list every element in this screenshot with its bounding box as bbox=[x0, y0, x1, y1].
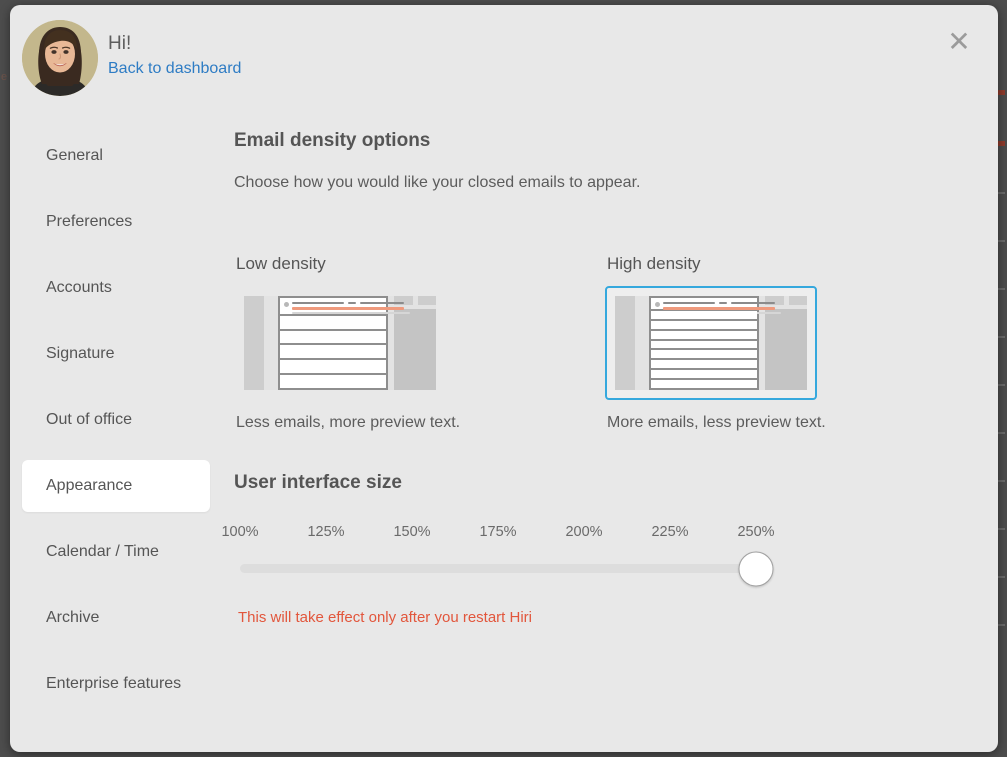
modal-header: Hi! Back to dashboard ✕ bbox=[10, 5, 998, 115]
preview-text-line bbox=[663, 307, 775, 310]
preview-right-tab bbox=[394, 296, 413, 305]
density-preview bbox=[244, 296, 436, 390]
slider-tick-100[interactable]: 100% bbox=[221, 524, 258, 540]
preview-email-row bbox=[280, 375, 386, 388]
preview-email-row bbox=[651, 370, 757, 379]
density-option-caption: Less emails, more preview text. bbox=[236, 414, 461, 431]
preview-email-row bbox=[651, 360, 757, 369]
preview-right-tab bbox=[788, 296, 807, 305]
preview-right-body bbox=[394, 309, 436, 390]
preview-text-line bbox=[292, 307, 404, 310]
ui-size-slider-track[interactable] bbox=[240, 551, 774, 586]
density-options-row: Low density Less emails, more preview tex… bbox=[234, 254, 978, 432]
ui-size-title: User interface size bbox=[234, 472, 402, 493]
preview-right-body bbox=[765, 309, 807, 390]
preview-email-list bbox=[278, 296, 410, 390]
preview-right-tab bbox=[765, 296, 784, 305]
ui-size-section: User interface size 100% 125% 150% 175% 200%… bbox=[221, 472, 978, 626]
sidebar-item-label: Enterprise features bbox=[46, 675, 182, 692]
sidebar-item-archive[interactable]: Archive bbox=[22, 592, 210, 644]
preview-email-row bbox=[280, 345, 386, 359]
preview-gap bbox=[264, 296, 278, 390]
density-option-low: Low density Less emails, more preview tex… bbox=[234, 254, 466, 432]
preview-right-tabs bbox=[394, 296, 436, 305]
sidebar-item-out-of-office[interactable]: Out of office bbox=[22, 394, 210, 446]
sidebar-item-signature[interactable]: Signature bbox=[22, 328, 210, 380]
sidebar-item-preferences[interactable]: Preferences bbox=[22, 196, 210, 248]
slider-tick-labels: 100% 125% 150% 175% 200% 225% 250% bbox=[221, 524, 792, 544]
density-option-high: High density More emails, less preview te… bbox=[605, 254, 837, 432]
slider-tick-150[interactable]: 150% bbox=[393, 524, 430, 540]
sidebar-item-appearance[interactable]: Appearance bbox=[22, 460, 210, 512]
greeting-text: Hi! bbox=[108, 33, 132, 54]
preview-gap bbox=[635, 296, 649, 390]
preview-left-rail bbox=[244, 296, 264, 390]
preview-text-line bbox=[292, 302, 344, 304]
preview-email-row bbox=[280, 315, 386, 329]
density-option-caption: More emails, less preview text. bbox=[607, 414, 826, 431]
preview-left-rail bbox=[615, 296, 635, 390]
preview-email-row bbox=[651, 298, 781, 314]
sidebar-item-accounts[interactable]: Accounts bbox=[22, 262, 210, 314]
density-subtitle: Choose how you would like your closed em… bbox=[234, 174, 641, 191]
slider-tick-225[interactable]: 225% bbox=[651, 524, 688, 540]
preview-email-row bbox=[651, 320, 757, 329]
density-option-card[interactable] bbox=[234, 286, 446, 400]
sidebar-item-label: Accounts bbox=[46, 279, 112, 296]
preview-email-row bbox=[651, 310, 757, 319]
preview-right-pane bbox=[765, 296, 807, 390]
preview-text-line bbox=[663, 302, 715, 304]
preview-text-line bbox=[292, 312, 410, 314]
sidebar-item-label: General bbox=[46, 147, 103, 164]
slider-tick-250[interactable]: 250% bbox=[737, 524, 774, 540]
avatar bbox=[22, 20, 98, 96]
sidebar-item-label: Appearance bbox=[46, 477, 133, 494]
sidebar-item-label: Out of office bbox=[46, 411, 132, 428]
sidebar-item-general[interactable]: General bbox=[22, 130, 210, 182]
preview-text-line bbox=[719, 302, 727, 304]
preview-text-line bbox=[731, 302, 775, 304]
settings-content: Email density options Choose how you wou… bbox=[221, 130, 978, 626]
greeting-block: Hi! Back to dashboard bbox=[108, 33, 241, 79]
density-option-card[interactable] bbox=[605, 286, 817, 400]
preview-email-row bbox=[651, 330, 757, 339]
preview-email-row bbox=[651, 340, 757, 349]
preview-email-row bbox=[280, 330, 386, 344]
sidebar-item-enterprise-features[interactable]: Enterprise features bbox=[22, 658, 210, 710]
preview-email-row bbox=[280, 298, 410, 314]
preview-right-tab bbox=[417, 296, 436, 305]
slider-tick-125[interactable]: 125% bbox=[307, 524, 344, 540]
density-spacer bbox=[466, 254, 605, 432]
sidebar-item-label: Preferences bbox=[46, 213, 133, 230]
preview-text-line bbox=[360, 302, 404, 304]
settings-modal: Hi! Back to dashboard ✕ General Preferenc… bbox=[10, 5, 998, 752]
slider-tick-200[interactable]: 200% bbox=[565, 524, 602, 540]
preview-email-row bbox=[651, 380, 757, 389]
sidebar-item-label: Signature bbox=[46, 345, 115, 362]
density-option-label: High density bbox=[607, 254, 701, 273]
ui-size-slider-wrap: 100% 125% 150% 175% 200% 225% 250% bbox=[221, 524, 792, 586]
slider-tick-175[interactable]: 175% bbox=[479, 524, 516, 540]
preview-unread-dot-icon bbox=[655, 302, 660, 307]
density-option-label: Low density bbox=[236, 254, 326, 273]
restart-warning-text: This will take effect only after you res… bbox=[238, 609, 532, 626]
ui-size-slider-thumb[interactable] bbox=[738, 551, 774, 586]
preview-unread-dot-icon bbox=[284, 302, 289, 307]
sidebar-item-label: Calendar / Time bbox=[46, 543, 159, 560]
sidebar-item-calendar-time[interactable]: Calendar / Time bbox=[22, 526, 210, 578]
close-icon[interactable]: ✕ bbox=[942, 25, 976, 59]
preview-email-row bbox=[651, 350, 757, 359]
settings-sidebar: General Preferences Accounts Signature Out o… bbox=[10, 130, 222, 724]
preview-email-list bbox=[649, 296, 781, 390]
preview-right-pane bbox=[394, 296, 436, 390]
page-title: Email density options bbox=[234, 130, 431, 151]
preview-right-tabs bbox=[765, 296, 807, 305]
back-to-dashboard-link[interactable]: Back to dashboard bbox=[108, 59, 241, 79]
density-preview bbox=[615, 296, 807, 390]
sidebar-item-label: Archive bbox=[46, 609, 100, 626]
preview-email-row bbox=[280, 360, 386, 374]
preview-text-line bbox=[348, 302, 356, 304]
